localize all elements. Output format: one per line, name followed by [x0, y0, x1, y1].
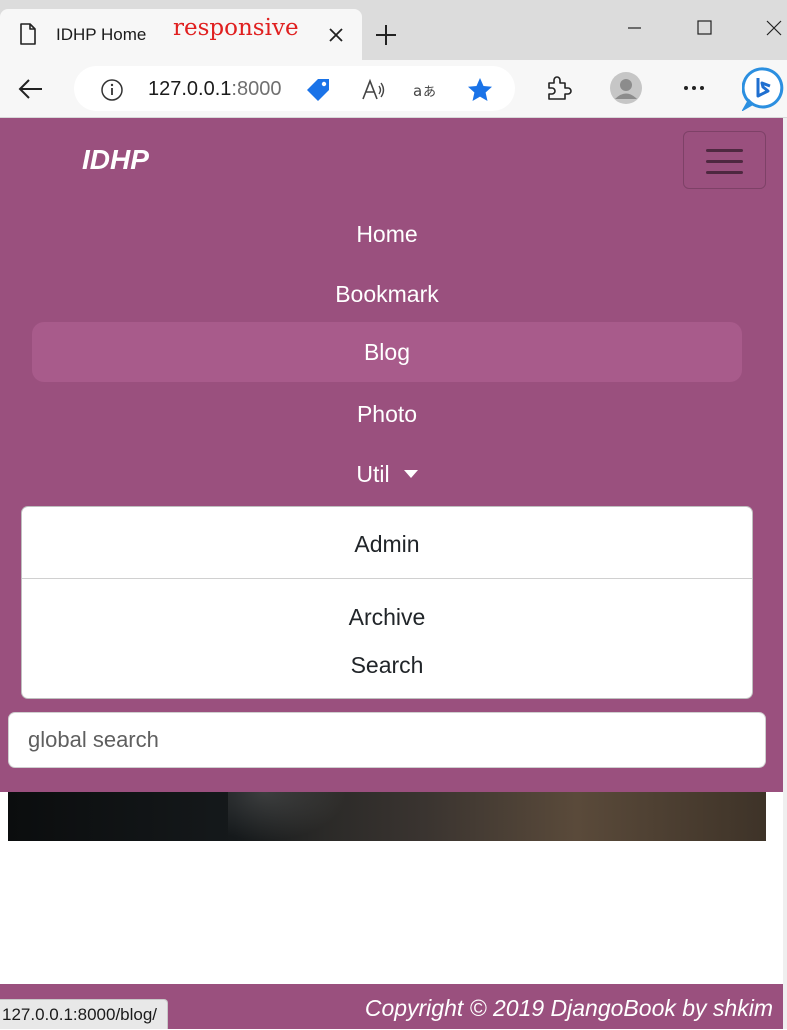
hamburger-icon — [706, 149, 743, 152]
hero-image — [8, 792, 766, 841]
nav-link-home[interactable]: Home — [32, 204, 742, 264]
translate-icon[interactable]: a あ — [412, 76, 440, 104]
plus-icon[interactable] — [373, 22, 399, 48]
dropdown-item-search[interactable]: Search — [22, 652, 752, 679]
info-icon[interactable] — [100, 78, 124, 102]
url-port: :8000 — [231, 78, 282, 100]
nav-link-bookmark[interactable]: Bookmark — [32, 264, 742, 324]
global-search-input[interactable] — [8, 712, 766, 768]
svg-text:あ: あ — [423, 85, 436, 100]
dropdown-item-admin[interactable]: Admin — [22, 531, 752, 558]
tab-annotation-badge: responsive — [173, 15, 299, 41]
brand-logo[interactable]: IDHP — [82, 144, 149, 176]
navbar: IDHP Home Bookmark Blog Photo Util Admin… — [0, 118, 783, 792]
nav-link-photo[interactable]: Photo — [32, 384, 742, 444]
util-dropdown-menu: Admin Archive Search — [21, 506, 753, 699]
extensions-icon[interactable] — [542, 72, 574, 104]
url-host: 127.0.0.1 — [148, 78, 232, 100]
footer-copyright: Copyright © 2019 DjangoBook by shkim — [364, 995, 773, 1021]
svg-text:a: a — [413, 82, 422, 100]
hamburger-icon-line — [706, 160, 743, 163]
scrollbar[interactable] — [783, 118, 787, 1029]
navbar-toggler-button[interactable] — [683, 131, 766, 189]
close-icon[interactable] — [326, 25, 346, 45]
nav-link-blog[interactable]: Blog — [32, 322, 742, 382]
page-icon — [20, 23, 36, 45]
profile-icon[interactable] — [610, 72, 642, 104]
bing-icon[interactable] — [742, 66, 787, 111]
star-icon[interactable] — [466, 76, 494, 104]
nav-link-util-dropdown[interactable]: Util — [32, 444, 742, 504]
window-close-icon[interactable] — [762, 16, 786, 40]
url-text: 127.0.0.1:8000 — [148, 78, 281, 101]
browser-toolbar: 127.0.0.1:8000 a あ — [0, 60, 787, 118]
tab-title: IDHP Home — [56, 25, 147, 44]
dropdown-item-archive[interactable]: Archive — [22, 604, 752, 631]
browser-tab-strip: IDHP Home responsive — [0, 0, 787, 60]
address-bar[interactable]: 127.0.0.1:8000 a あ — [74, 66, 515, 111]
back-arrow-icon[interactable] — [16, 74, 46, 104]
hamburger-icon-line — [706, 171, 743, 174]
tag-icon[interactable] — [304, 76, 332, 104]
maximize-icon[interactable] — [693, 16, 717, 40]
status-bar-url: 127.0.0.1:8000/blog/ — [0, 999, 169, 1029]
caret-down-icon — [403, 470, 418, 478]
minimize-icon[interactable] — [622, 16, 646, 40]
more-icon[interactable] — [678, 72, 710, 104]
dropdown-divider — [22, 578, 752, 579]
browser-tab[interactable]: IDHP Home responsive — [0, 9, 362, 60]
read-aloud-icon[interactable] — [359, 76, 387, 104]
nav-link-util-label: Util — [356, 461, 390, 487]
